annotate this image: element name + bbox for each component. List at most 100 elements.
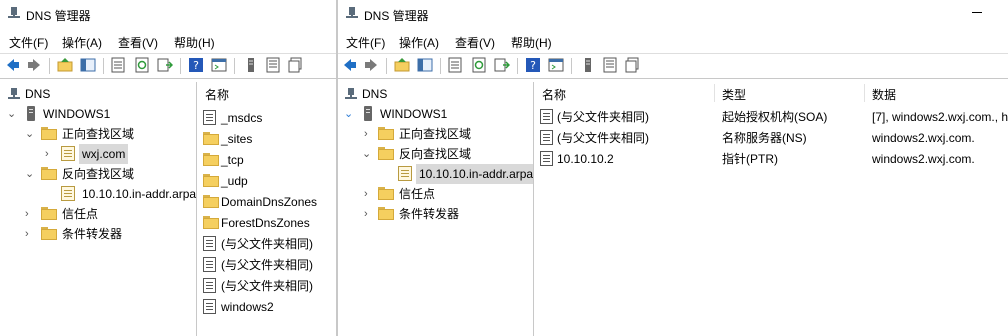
record-icon xyxy=(203,236,216,251)
column-header-data[interactable]: 数据 xyxy=(872,86,896,103)
up-folder-icon[interactable] xyxy=(394,57,410,73)
forward-arrow-icon[interactable] xyxy=(363,57,379,73)
cell-name: 10.10.10.2 xyxy=(557,152,614,166)
menu-file[interactable]: 文件(F) xyxy=(346,34,385,51)
list-item-label: _tcp xyxy=(221,153,244,167)
tree-label: wxj.com xyxy=(79,144,129,164)
menu-view[interactable]: 查看(V) xyxy=(118,34,158,51)
column-divider[interactable] xyxy=(714,84,715,102)
toolbar: ? xyxy=(0,53,337,79)
menu-action[interactable]: 操作(A) xyxy=(399,34,439,51)
tree-pane: DNS ⌄ WINDOWS1 ⌄ 正向查找区域 › wxj.com ⌄ 反向查找… xyxy=(0,82,197,336)
menu-view[interactable]: 查看(V) xyxy=(455,34,495,51)
menu-action[interactable]: 操作(A) xyxy=(62,34,102,51)
tree-label: WINDOWS1 xyxy=(380,107,448,121)
table-row[interactable]: (与父文件夹相同) 名称服务器(NS) windows2.wxj.com. xyxy=(540,128,1008,148)
server-icon[interactable] xyxy=(580,57,596,73)
copy-icon[interactable] xyxy=(624,57,640,73)
folder-icon xyxy=(203,195,219,208)
folder-icon xyxy=(41,127,57,140)
server-icon xyxy=(364,106,372,121)
dns-manager-icon xyxy=(345,6,359,23)
cell-name: (与父文件夹相同) xyxy=(557,110,649,124)
chevron-down-icon[interactable]: ⌄ xyxy=(7,104,16,124)
list-pane: 名称 类型 数据 (与父文件夹相同) 起始授权机构(SOA) [7], wind… xyxy=(534,82,1008,336)
menu-help[interactable]: 帮助(H) xyxy=(511,34,552,51)
column-header-name[interactable]: 名称 xyxy=(542,86,566,103)
menu-file[interactable]: 文件(F) xyxy=(9,34,48,51)
toolbar: ? xyxy=(338,53,1008,79)
toolbar-separator xyxy=(234,58,235,74)
help-icon[interactable]: ? xyxy=(188,57,204,73)
cell-data: windows2.wxj.com. xyxy=(872,152,975,166)
tree-pane: DNS ⌄ WINDOWS1 › 正向查找区域 ⌄ 反向查找区域 10.10.1… xyxy=(338,82,534,336)
record-icon[interactable] xyxy=(602,57,618,73)
console-icon[interactable] xyxy=(211,57,227,73)
record-icon xyxy=(540,151,553,166)
server-icon[interactable] xyxy=(243,57,259,73)
folder-icon xyxy=(41,207,57,220)
table-row[interactable]: 10.10.10.2 指针(PTR) windows2.wxj.com. xyxy=(540,149,1008,169)
menu-help[interactable]: 帮助(H) xyxy=(174,34,215,51)
chevron-right-icon[interactable]: › xyxy=(364,204,368,224)
list-item-label: _udp xyxy=(221,174,248,188)
minimize-button[interactable] xyxy=(972,12,982,13)
toolbar-separator xyxy=(103,58,104,74)
refresh-icon[interactable] xyxy=(471,57,487,73)
cell-name: (与父文件夹相同) xyxy=(557,131,649,145)
back-arrow-icon[interactable] xyxy=(5,57,21,73)
folder-icon xyxy=(378,207,394,220)
console-icon[interactable] xyxy=(548,57,564,73)
help-icon[interactable]: ? xyxy=(525,57,541,73)
chevron-down-icon[interactable]: ⌄ xyxy=(362,144,371,164)
folder-icon xyxy=(203,153,219,166)
show-tree-icon[interactable] xyxy=(80,57,96,73)
chevron-right-icon[interactable]: › xyxy=(45,144,49,164)
tree-label: 10.10.10.in-addr.arpa xyxy=(82,187,197,201)
svg-text:?: ? xyxy=(193,59,199,72)
tree-label: 正向查找区域 xyxy=(62,127,135,141)
record-folder-icon xyxy=(203,110,216,125)
show-tree-icon[interactable] xyxy=(417,57,433,73)
chevron-down-icon[interactable]: ⌄ xyxy=(344,104,353,124)
column-header-type[interactable]: 类型 xyxy=(722,86,746,103)
toolbar-separator xyxy=(386,58,387,74)
chevron-right-icon[interactable]: › xyxy=(364,184,368,204)
copy-icon[interactable] xyxy=(287,57,303,73)
refresh-icon[interactable] xyxy=(134,57,150,73)
server-icon xyxy=(27,106,35,121)
back-arrow-icon[interactable] xyxy=(342,57,358,73)
chevron-down-icon[interactable]: ⌄ xyxy=(25,164,34,184)
list-item-label: (与父文件夹相同) xyxy=(221,279,313,293)
chevron-down-icon[interactable]: ⌄ xyxy=(25,124,34,144)
export-list-icon[interactable] xyxy=(494,57,510,73)
record-icon[interactable] xyxy=(265,57,281,73)
properties-icon[interactable] xyxy=(447,57,463,73)
dns-manager-window-right: DNS 管理器 文件(F) 操作(A) 查看(V) 帮助(H) ? DNS ⌄ xyxy=(338,0,1008,336)
toolbar-separator xyxy=(571,58,572,74)
cell-type: 名称服务器(NS) xyxy=(722,131,807,145)
folder-icon xyxy=(203,216,219,229)
tree-label: 信任点 xyxy=(62,207,99,221)
list-item-label: (与父文件夹相同) xyxy=(221,237,313,251)
column-divider[interactable] xyxy=(864,84,865,102)
properties-icon[interactable] xyxy=(110,57,126,73)
title-bar: DNS 管理器 xyxy=(338,0,1008,28)
column-header-name[interactable]: 名称 xyxy=(205,86,229,103)
svg-text:?: ? xyxy=(530,59,536,72)
forward-arrow-icon[interactable] xyxy=(26,57,42,73)
chevron-right-icon[interactable]: › xyxy=(25,224,29,244)
title-bar: DNS 管理器 xyxy=(0,0,337,28)
record-icon xyxy=(540,130,553,145)
table-row[interactable]: (与父文件夹相同) 起始授权机构(SOA) [7], windows2.wxj.… xyxy=(540,107,1008,127)
menu-bar: 文件(F) 操作(A) 查看(V) 帮助(H) xyxy=(338,32,1008,52)
record-icon xyxy=(203,278,216,293)
tree-label: WINDOWS1 xyxy=(43,107,111,121)
record-icon xyxy=(540,109,553,124)
menu-bar: 文件(F) 操作(A) 查看(V) 帮助(H) xyxy=(0,32,337,52)
chevron-right-icon[interactable]: › xyxy=(364,124,368,144)
up-folder-icon[interactable] xyxy=(57,57,73,73)
chevron-right-icon[interactable]: › xyxy=(25,204,29,224)
export-list-icon[interactable] xyxy=(157,57,173,73)
folder-icon xyxy=(203,132,219,145)
